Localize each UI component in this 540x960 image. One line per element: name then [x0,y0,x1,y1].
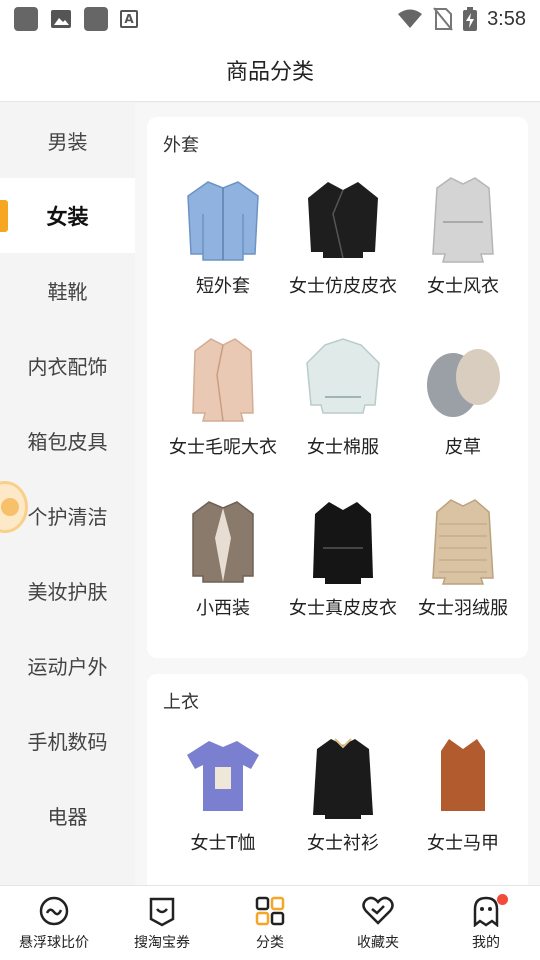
shirt-icon [298,728,388,823]
nav-category[interactable]: 分类 [216,886,324,960]
product-label: 女士马甲 [427,833,499,854]
trench-coat-icon [418,171,508,266]
float-ball-icon [37,894,71,928]
sidebar-item-label: 箱包皮具 [27,430,108,454]
sidebar-item-menswear[interactable]: 男装 [0,103,135,178]
nav-label: 分类 [256,935,284,951]
tshirt-icon [178,728,268,823]
product-item[interactable]: 短外套 [163,171,283,320]
denim-jacket-icon [178,171,268,266]
product-label: 短外套 [196,276,250,297]
section-card-tops: 上衣 女士T恤 女士衬衫 女士马甲 [147,674,528,885]
gallery-icon [51,10,71,28]
section-title: 外套 [163,135,199,156]
product-label: 女士毛呢大衣 [169,437,277,458]
sidebar-item-sports[interactable]: 运动户外 [0,628,135,703]
nav-label: 我的 [472,935,500,951]
wifi-icon [398,9,423,28]
wool-coat-icon [178,332,268,427]
nav-search-coupons[interactable]: 搜淘宝券 [108,886,216,960]
active-indicator [0,200,8,232]
product-item[interactable]: 皮草 [403,332,523,481]
sidebar-item-womenswear[interactable]: 女装 [0,178,135,253]
padded-jacket-icon [298,332,388,427]
sidebar-item-label: 电器 [47,805,88,829]
category-grid-icon [253,894,287,928]
product-item[interactable]: 女士衬衫 [283,728,403,877]
nav-label: 搜淘宝券 [134,935,190,951]
sidebar-item-label: 手机数码 [27,730,108,754]
status-time: 3:58 [487,7,526,30]
product-grid: 女士T恤 女士衬衫 女士马甲 [163,728,512,877]
sidebar-item-digital[interactable]: 手机数码 [0,703,135,778]
sidebar-item-label: 内衣配饰 [27,355,108,379]
sidebar-item-label: 鞋靴 [47,280,88,304]
nav-label: 悬浮球比价 [19,935,89,951]
heart-icon [361,894,395,928]
product-item[interactable]: 女士毛呢大衣 [163,332,283,481]
product-item[interactable]: 女士羽绒服 [403,493,523,642]
page-header: 商品分类 [0,38,540,102]
bottom-nav: 悬浮球比价 搜淘宝券 分类 收藏夹 我的 [0,885,540,960]
nav-favorites[interactable]: 收藏夹 [324,886,432,960]
product-label: 皮草 [445,437,481,458]
sidebar-item-label: 运动户外 [27,655,108,679]
product-item[interactable]: 女士马甲 [403,728,523,877]
category-content: 外套 短外套 女士仿皮皮衣 女士风衣 女士毛呢大衣 女士棉服 皮草 小西装 女士… [135,103,540,885]
status-bar-left: A [14,7,138,31]
section-card-outerwear: 外套 短外套 女士仿皮皮衣 女士风衣 女士毛呢大衣 女士棉服 皮草 小西装 女士… [147,117,528,658]
section-title: 上衣 [163,692,199,713]
product-label: 女士仿皮皮衣 [289,276,397,297]
sidebar-item-bags[interactable]: 箱包皮具 [0,403,135,478]
sidebar-item-beauty[interactable]: 美妆护肤 [0,553,135,628]
status-bar-right: 3:58 [397,7,526,31]
page-title: 商品分类 [225,59,314,85]
sidebar-item-shoes[interactable]: 鞋靴 [0,253,135,328]
sidebar-item-label: 女装 [46,204,89,229]
float-ball-dot [1,498,19,516]
notification-badge [496,894,508,905]
sidebar-item-label: 男装 [47,130,88,154]
nav-mine[interactable]: 我的 [432,886,540,960]
fur-coat-icon [418,332,508,427]
product-item[interactable]: 女士仿皮皮衣 [283,171,403,320]
no-sim-icon [433,7,453,31]
product-item[interactable]: 女士风衣 [403,171,523,320]
leather-jacket-icon [298,171,388,266]
notification-icon [14,7,38,31]
product-grid: 短外套 女士仿皮皮衣 女士风衣 女士毛呢大衣 女士棉服 皮草 小西装 女士真皮皮… [163,171,512,642]
product-label: 女士羽绒服 [418,598,508,619]
sidebar-item-appliances[interactable]: 电器 [0,778,135,853]
product-label: 小西装 [196,598,250,619]
sidebar-item-label: 美妆护肤 [27,580,108,604]
a-icon: A [120,10,138,28]
status-bar: A 3:58 [0,0,540,38]
product-label: 女士T恤 [190,833,256,854]
nav-float-ball-compare[interactable]: 悬浮球比价 [0,886,108,960]
product-label: 女士棉服 [307,437,379,458]
nav-label: 收藏夹 [357,935,399,951]
battery-charging-icon [463,7,478,31]
coupon-icon [145,894,179,928]
real-leather-jacket-icon [298,493,388,588]
sidebar-item-underwear[interactable]: 内衣配饰 [0,328,135,403]
sidebar-item-label: 个护清洁 [27,505,108,529]
product-item[interactable]: 小西装 [163,493,283,642]
app-icon [84,7,108,31]
product-item[interactable]: 女士棉服 [283,332,403,481]
down-jacket-icon [418,493,508,588]
product-item[interactable]: 女士真皮皮衣 [283,493,403,642]
product-label: 女士衬衫 [307,833,379,854]
category-sidebar: 男装 女装 鞋靴 内衣配饰 箱包皮具 个护清洁 美妆护肤 运动户外 手机数码 电… [0,103,135,885]
product-label: 女士风衣 [427,276,499,297]
product-label: 女士真皮皮衣 [289,598,397,619]
blazer-icon [178,493,268,588]
product-item[interactable]: 女士T恤 [163,728,283,877]
vest-icon [418,728,508,823]
